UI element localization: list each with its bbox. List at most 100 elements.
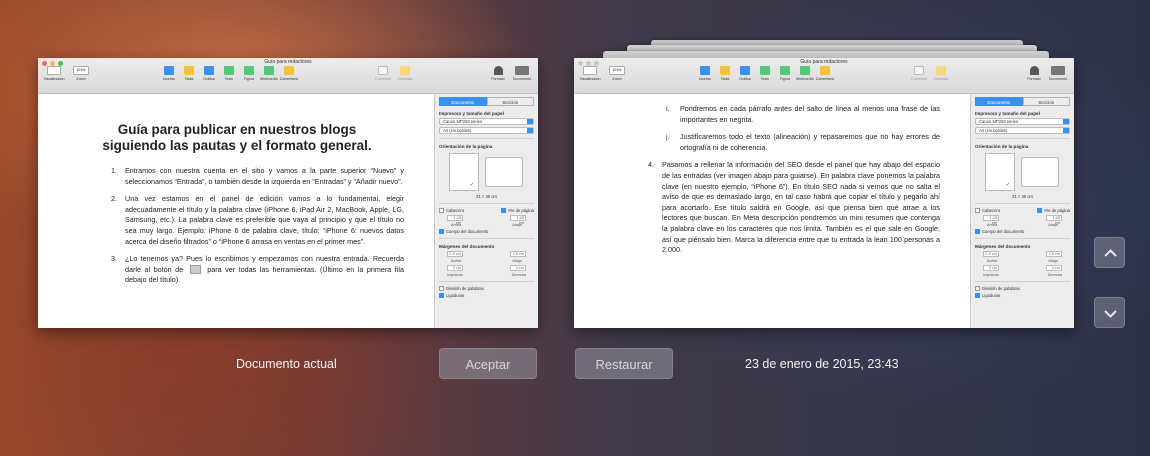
window-title: Guía para redactores	[800, 59, 848, 65]
toolbar-button-icon	[189, 265, 201, 275]
divider	[439, 281, 534, 283]
header-field[interactable]: 1,25 cm	[447, 215, 463, 225]
media-icon	[264, 66, 274, 75]
margins-top-row: 1,9 cm 2,5 cm	[975, 251, 1070, 258]
list-item-text: Entramos con nuestra cuenta en el sitio …	[125, 166, 404, 186]
margins-side-row: 3 cm 3 cm	[975, 265, 1070, 272]
margin-left-field: 3 cm	[983, 265, 999, 272]
current-document-label: Documento actual	[236, 357, 337, 371]
toolbar-view[interactable]: Visualización	[41, 66, 67, 81]
toolbar-share: Compartir	[910, 66, 928, 81]
divider	[439, 138, 534, 139]
share-icon	[378, 66, 388, 75]
document-list: 1. Entramos con nuestra cuenta en el sit…	[111, 166, 404, 286]
toolbar-document: Documento	[1046, 66, 1070, 81]
ligature-checkbox	[975, 293, 980, 299]
toolbar-chart[interactable]: Gráfica	[200, 66, 218, 81]
document-inspector: Documento Sección Impresora y tamaño del…	[970, 94, 1074, 328]
landscape-option[interactable]	[485, 157, 523, 187]
margin-bottom-field[interactable]: 2,5 cm	[510, 251, 526, 258]
printer-heading: Impresora y tamaño del papel	[975, 111, 1040, 116]
header-footer-row: Cabecera Pie de página	[439, 208, 534, 214]
toolbar-comment: Comentario	[816, 66, 834, 81]
comment-icon	[820, 66, 830, 75]
hyphen-row: División de palabras	[975, 286, 1070, 292]
document-icon	[515, 66, 529, 75]
list-item-text: Justificaremos todo el texto (alineación…	[680, 132, 940, 152]
toolbar-tips[interactable]: Consejos	[396, 66, 414, 81]
toolbar-document[interactable]: Documento	[510, 66, 534, 81]
ligature-row: Ligaduras	[439, 293, 534, 299]
margins-side-row: 3 cm 3 cm	[439, 265, 534, 272]
body-row: Cuerpo del documento	[975, 229, 1070, 235]
printer-select[interactable]: Canon MP250 series	[439, 118, 534, 125]
divider	[439, 238, 534, 240]
toolbar-share[interactable]: Compartir	[374, 66, 392, 81]
tab-section[interactable]: Sección	[486, 97, 534, 106]
toolbar-zoom: 101% Zoom	[607, 66, 627, 81]
orientation-heading: Orientación de la página	[975, 144, 1029, 149]
format-icon	[493, 66, 503, 75]
tab-document[interactable]: Documento	[439, 97, 487, 106]
footer-field: 1,25 cm	[1046, 215, 1062, 225]
toolbar-table[interactable]: Tabla	[180, 66, 198, 81]
list-item-text: Una vez estamos en el panel de edición v…	[125, 194, 404, 246]
divider	[975, 238, 1070, 240]
tab-section: Sección	[1022, 97, 1070, 106]
version-window[interactable]: Guía para redactores Visualización 101% …	[574, 58, 1074, 328]
printer-heading: Impresora y tamaño del papel	[439, 111, 504, 116]
body-checkbox[interactable]	[439, 229, 444, 235]
document-list: i. Pondremos en cada párrafo antes del s…	[648, 104, 940, 256]
toolbar-media: Multimedia	[796, 66, 814, 81]
footer-field[interactable]: 1,25 cm	[510, 215, 526, 225]
chart-icon	[204, 66, 214, 75]
toolbar-text[interactable]: Texto	[220, 66, 238, 81]
media-icon	[800, 66, 810, 75]
toolbar: Guía para redactores Visualización 101% …	[574, 58, 1074, 94]
paper-select[interactable]: A4 (sin bordes)	[439, 127, 534, 134]
restore-button[interactable]: Restaurar	[575, 348, 673, 379]
orientation-heading: Orientación de la página	[439, 144, 493, 149]
toolbar-format: Formato	[1024, 66, 1044, 81]
view-icon	[47, 66, 61, 75]
header-checkbox[interactable]	[439, 208, 444, 214]
toolbar-zoom[interactable]: 101% Zoom	[71, 66, 91, 81]
margins-side-labels: Izquierda Derecha	[983, 273, 1062, 278]
toolbar-media[interactable]: Multimedia	[260, 66, 278, 81]
document-page[interactable]: Guía para publicar en nuestros blogs sig…	[38, 94, 434, 293]
toolbar-shape[interactable]: Figura	[240, 66, 258, 81]
newer-version-button[interactable]	[1094, 237, 1125, 268]
body-checkbox	[975, 229, 980, 235]
shape-icon	[244, 66, 254, 75]
accept-button[interactable]: Aceptar	[439, 348, 537, 379]
orientation-options: ✓	[449, 153, 534, 191]
share-icon	[914, 66, 924, 75]
margin-right-field[interactable]: 3 cm	[510, 265, 526, 272]
hyphen-checkbox[interactable]	[439, 286, 444, 292]
view-icon	[583, 66, 597, 75]
toolbar-format[interactable]: Formato	[488, 66, 508, 81]
footer-checkbox	[1037, 208, 1043, 214]
ligature-checkbox[interactable]	[439, 293, 444, 299]
chevron-down-icon	[1104, 310, 1117, 318]
toolbar-comment[interactable]: Comentario	[280, 66, 298, 81]
margin-right-field: 3 cm	[1046, 265, 1062, 272]
portrait-option[interactable]: ✓	[449, 153, 479, 191]
margin-top-field[interactable]: 1,9 cm	[447, 251, 463, 258]
hyphen-row: División de palabras	[439, 286, 534, 292]
document-icon	[1051, 66, 1065, 75]
older-version-button[interactable]	[1094, 297, 1125, 328]
chevron-up-icon	[1104, 249, 1117, 257]
zoom-icon: 101%	[609, 66, 625, 75]
margin-bottom-field: 2,5 cm	[1046, 251, 1062, 258]
margin-top-field: 1,9 cm	[983, 251, 999, 258]
document-page[interactable]: i. Pondremos en cada párrafo antes del s…	[574, 94, 970, 263]
tips-icon	[936, 66, 946, 75]
current-document-window[interactable]: Guía para redactores Visualización 101% …	[38, 58, 538, 328]
divider	[439, 203, 534, 204]
footer-checkbox[interactable]	[501, 208, 507, 214]
margin-left-field[interactable]: 3 cm	[447, 265, 463, 272]
margins-top-labels: Arriba Abajo	[451, 259, 522, 264]
toolbar-insert[interactable]: Insertar	[160, 66, 178, 81]
page-size: 21 × 30 cm	[1012, 194, 1033, 199]
